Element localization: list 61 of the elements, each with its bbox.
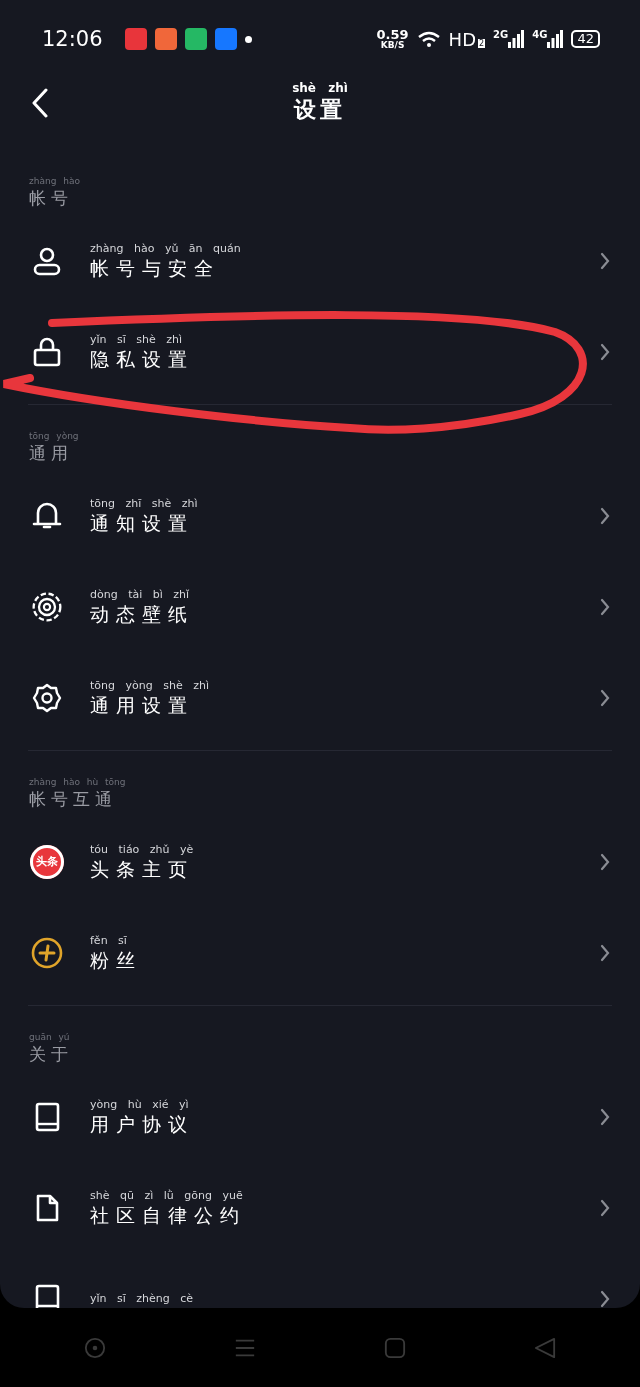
chevron-icon[interactable] <box>600 342 610 361</box>
chevron-icon[interactable] <box>600 943 610 962</box>
item-pinyin: yǐn sī shè zhì <box>90 332 183 347</box>
item-pinyin: tōng yòng shè zhì <box>90 678 209 693</box>
app-notification-icon <box>184 28 207 50</box>
item-pinyin: dòng tài bì zhǐ <box>90 587 190 602</box>
back-button[interactable] <box>32 88 48 118</box>
item-pinyin: tōng zhī shè zhì <box>90 496 198 511</box>
app-notification-icon <box>124 28 147 50</box>
section-pinyin: zhàng hào <box>29 175 80 187</box>
chevron-icon[interactable] <box>600 688 610 707</box>
item-pinyin: tóu tiáo zhǔ yè <box>90 842 194 857</box>
speed-unit: KB/S <box>380 41 405 50</box>
item-label[interactable]: 粉丝 <box>90 947 142 972</box>
item-label[interactable]: 头条主页 <box>90 856 194 881</box>
section-title: 关于 <box>29 1043 73 1065</box>
network-type: 4G <box>532 28 548 40</box>
section-pinyin: zhàng hào hù tōng <box>29 776 126 788</box>
title-pinyin: shè zhì <box>292 81 348 95</box>
item-label[interactable]: 帐号与安全 <box>90 255 220 280</box>
item-label[interactable]: 隐私设置 <box>90 346 194 371</box>
chevron-icon[interactable] <box>600 506 610 525</box>
lock-icon <box>31 335 63 368</box>
section-title: 帐号互通 <box>29 788 117 810</box>
item-label[interactable]: 通用设置 <box>90 692 194 717</box>
status-time: 12:06 <box>42 27 103 51</box>
item-pinyin: zhàng hào yǔ ān quán <box>90 241 241 256</box>
item-pinyin: yòng hù xié yì <box>90 1097 189 1112</box>
plus-circle-icon <box>31 936 63 969</box>
hd-indicator: HD <box>448 28 476 50</box>
wifi-icon <box>416 30 441 48</box>
battery-level: 42 <box>571 30 600 48</box>
app-notification-icon <box>214 28 237 50</box>
app-notification-icon <box>154 28 177 50</box>
settings-icon <box>31 681 63 714</box>
item-pinyin: fěn sī <box>90 933 127 948</box>
section-title: 通用 <box>29 442 73 464</box>
target-icon <box>31 590 63 623</box>
chevron-icon[interactable] <box>600 1289 610 1308</box>
section-title: 帐号 <box>29 187 73 209</box>
section-pinyin: guān yú <box>29 1031 70 1043</box>
chevron-icon[interactable] <box>600 852 610 871</box>
page-title: 设置 <box>294 96 346 124</box>
chevron-icon[interactable] <box>600 251 610 270</box>
chevron-icon[interactable] <box>600 1198 610 1217</box>
notification-dot-icon <box>244 35 252 43</box>
signal-icon <box>547 30 564 48</box>
signal-icon <box>508 30 525 48</box>
section-pinyin: tōng yòng <box>29 430 79 442</box>
network-type: 2G <box>493 28 509 40</box>
app-logo-badge: 头条 <box>30 844 64 879</box>
item-label[interactable]: 用户协议 <box>90 1111 194 1136</box>
item-pinyin: shè qū zì lǜ gōng yuē <box>90 1188 243 1203</box>
item-label[interactable]: 通知设置 <box>90 510 194 535</box>
chevron-icon[interactable] <box>600 1107 610 1126</box>
hd-sub-badge: 2 <box>478 38 486 48</box>
network-speed: 0.59 <box>376 28 409 41</box>
item-pinyin: yǐn sī zhèng cè <box>90 1291 194 1306</box>
item-label[interactable]: 动态壁纸 <box>90 601 194 626</box>
chevron-icon[interactable] <box>600 597 610 616</box>
item-label[interactable]: 社区自律公约 <box>90 1202 246 1227</box>
